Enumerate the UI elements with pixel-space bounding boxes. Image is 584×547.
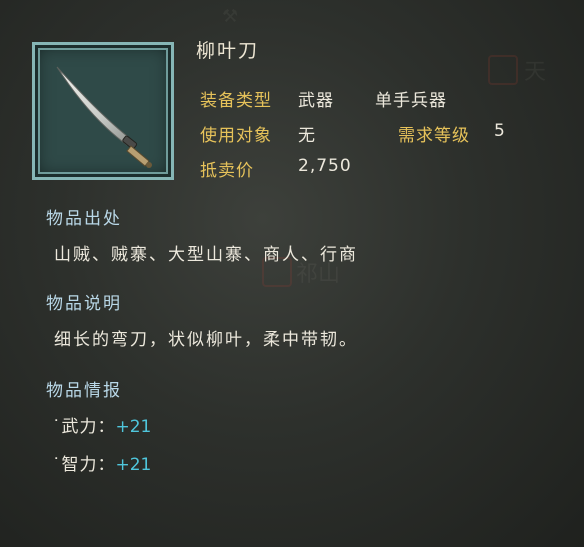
stat-label: 智力： (61, 455, 116, 475)
stat-bonus: +21 (115, 455, 152, 475)
stat-bullet: ˙ (52, 455, 62, 475)
curved-saber-icon (56, 66, 152, 168)
stat-row-strength: ˙武力：+21 (52, 412, 151, 437)
equip-subtype-value-text: 单手兵器 (375, 91, 447, 111)
use-target-label: 使用对象 (200, 126, 272, 146)
item-tooltip: 天 祁山 ⚒ 柳叶刀 装备类型 武器 单手兵器 使用对象 无 需求等级 5 抵卖… (0, 0, 584, 547)
item-name: 柳叶刀 (196, 40, 260, 62)
stat-label: 武力： (61, 417, 116, 437)
equip-subtype-value: 单手兵器 (375, 86, 447, 111)
equip-type-row: 装备类型 (200, 86, 272, 111)
required-level-row: 需求等级 (398, 121, 470, 146)
source-section-title: 物品出处 (46, 209, 122, 229)
sell-price-value: 2,750 (298, 156, 352, 176)
sell-price-label: 抵卖价 (200, 161, 254, 181)
crossed-tools-icon: ⚒ (222, 6, 239, 27)
source-section-text: 山贼、贼寨、大型山寨、商人、行商 (54, 245, 358, 265)
faded-map-glyph: 天 (524, 60, 547, 85)
sell-price-value-text: 2,750 (298, 156, 352, 176)
description-section-text: 细长的弯刀，状似柳叶，柔中带韧。 (54, 330, 358, 350)
stat-bullet: ˙ (52, 417, 62, 437)
required-level-value: 5 (494, 121, 506, 141)
required-level-value-text: 5 (494, 121, 506, 141)
faded-seal-icon (488, 55, 518, 85)
stat-row-intelligence: ˙智力：+21 (52, 450, 151, 475)
info-section-title: 物品情报 (46, 381, 122, 401)
description-section-title: 物品说明 (46, 294, 122, 314)
stat-bonus: +21 (115, 417, 152, 437)
equip-type-value-text: 武器 (298, 91, 334, 111)
equip-type-value: 武器 (298, 86, 334, 111)
use-target-row: 使用对象 (200, 121, 272, 146)
sell-price-row: 抵卖价 (200, 156, 254, 181)
use-target-value: 无 (298, 121, 316, 146)
equip-type-label: 装备类型 (200, 91, 272, 111)
use-target-value-text: 无 (298, 126, 316, 146)
required-level-label: 需求等级 (398, 126, 470, 146)
item-icon-frame (32, 42, 174, 180)
